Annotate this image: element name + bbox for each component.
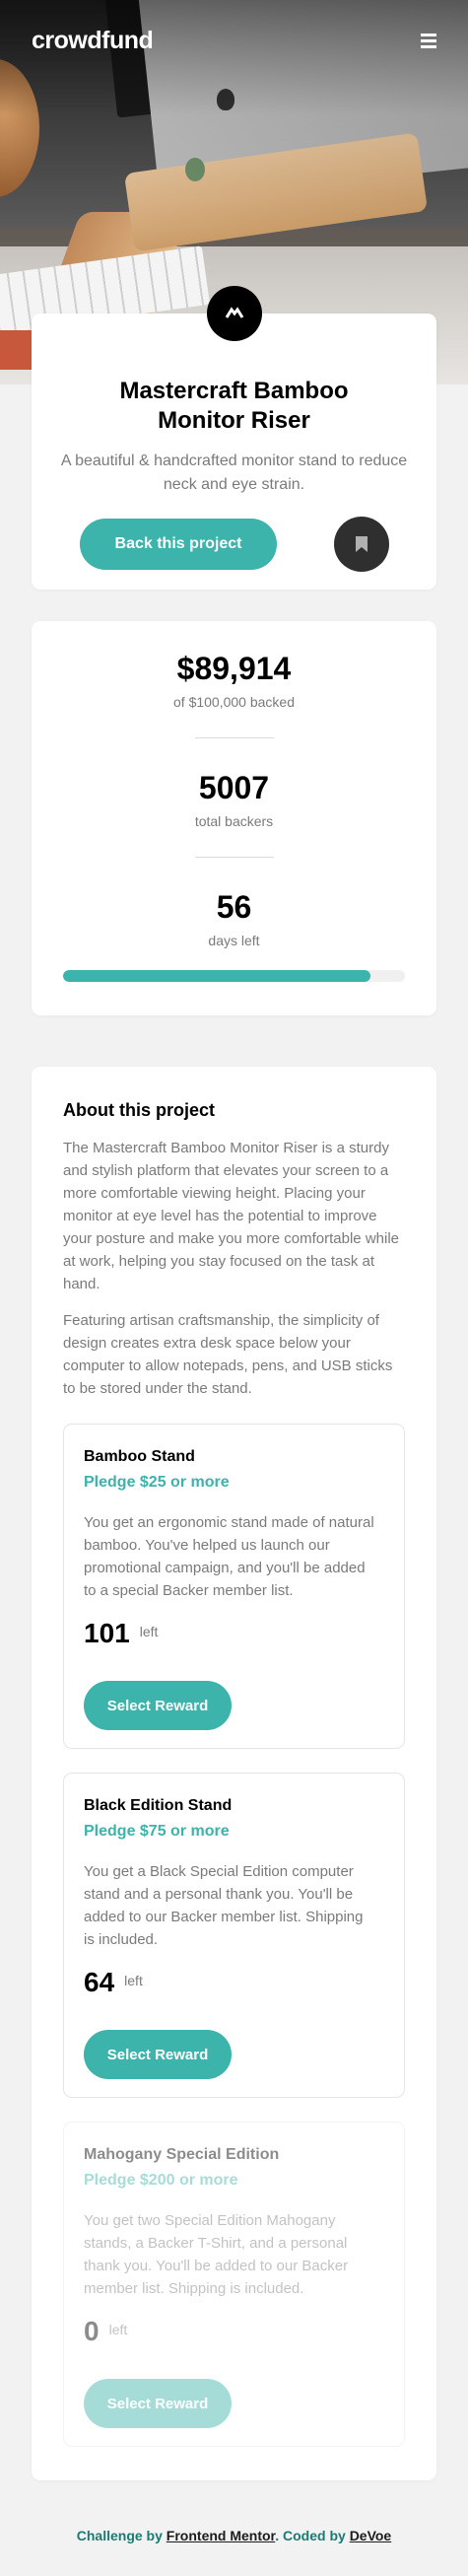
reward-name: Black Edition Stand <box>84 1797 233 1814</box>
reward-description: You get a Black Special Edition computer… <box>84 1863 364 1948</box>
reward-name: Bamboo Stand <box>84 1448 195 1465</box>
site-header: crowdfund <box>0 0 468 81</box>
reward-pledge: Pledge $75 or more <box>84 1823 230 1840</box>
bookmark-button[interactable] <box>334 517 389 572</box>
attribution-prefix: Challenge by <box>76 2528 163 2543</box>
reward-description: You get an ergonomic stand made of natur… <box>84 1514 374 1599</box>
attribution: Challenge by Frontend Mentor. Coded by D… <box>0 2528 468 2543</box>
project-description: A beautiful & handcrafted monitor stand … <box>60 453 408 493</box>
divider <box>194 857 274 858</box>
about-title: About this project <box>63 1100 215 1120</box>
days-left-label: days left <box>208 933 260 948</box>
about-card: About this project The Mastercraft Bambo… <box>32 1067 436 2480</box>
backed-label: of $100,000 backed <box>173 694 295 710</box>
bookmark-icon <box>356 536 368 552</box>
reward-left-label: left <box>139 1624 159 1639</box>
progress-bar <box>63 970 405 982</box>
select-reward-button[interactable]: Select Reward <box>84 1681 232 1730</box>
reward-left-count: 0 <box>84 2316 100 2346</box>
reward-card-bamboo: Bamboo Stand Pledge $25 or more You get … <box>63 1424 405 1749</box>
reward-card-mahogany: Mahogany Special Edition Pledge $200 or … <box>63 2122 405 2447</box>
frontend-mentor-link[interactable]: Frontend Mentor <box>167 2528 275 2543</box>
reward-left-count: 64 <box>84 1967 115 1997</box>
reward-description: You get two Special Edition Mahogany sta… <box>84 2212 349 2297</box>
project-intro-card: Mastercraft Bamboo Monitor Riser A beaut… <box>32 286 436 590</box>
select-reward-button-disabled: Select Reward <box>84 2379 232 2428</box>
project-title: Mastercraft Bamboo Monitor Riser <box>119 378 349 434</box>
about-paragraph: Featuring artisan craftsmanship, the sim… <box>63 1312 393 1397</box>
back-project-button[interactable]: Back this project <box>80 519 277 570</box>
reward-left-count: 101 <box>84 1618 130 1648</box>
divider <box>194 737 274 738</box>
reward-left-label: left <box>108 2322 128 2337</box>
reward-left-label: left <box>124 1973 143 1988</box>
backers-label: total backers <box>194 813 274 829</box>
mastercraft-logo-icon <box>206 286 262 341</box>
stats-card: $89,914 of $100,000 backed 5007 total ba… <box>32 621 436 1015</box>
progress-bar-fill <box>63 970 370 982</box>
hamburger-icon[interactable] <box>421 33 436 48</box>
backers-count: 5007 <box>198 770 270 805</box>
reward-pledge: Pledge $200 or more <box>84 2172 238 2189</box>
reward-card-black-edition: Black Edition Stand Pledge $75 or more Y… <box>63 1773 405 2098</box>
select-reward-button[interactable]: Select Reward <box>84 2030 232 2079</box>
backed-amount: $89,914 <box>176 651 292 686</box>
days-left: 56 <box>216 889 252 925</box>
author-link[interactable]: DeVoe <box>350 2528 392 2543</box>
site-logo[interactable]: crowdfund <box>32 27 154 55</box>
about-paragraph: The Mastercraft Bamboo Monitor Riser is … <box>63 1140 400 1292</box>
reward-name: Mahogany Special Edition <box>84 2146 280 2163</box>
reward-pledge: Pledge $25 or more <box>84 1474 230 1491</box>
attribution-middle: . Coded by <box>275 2528 346 2543</box>
